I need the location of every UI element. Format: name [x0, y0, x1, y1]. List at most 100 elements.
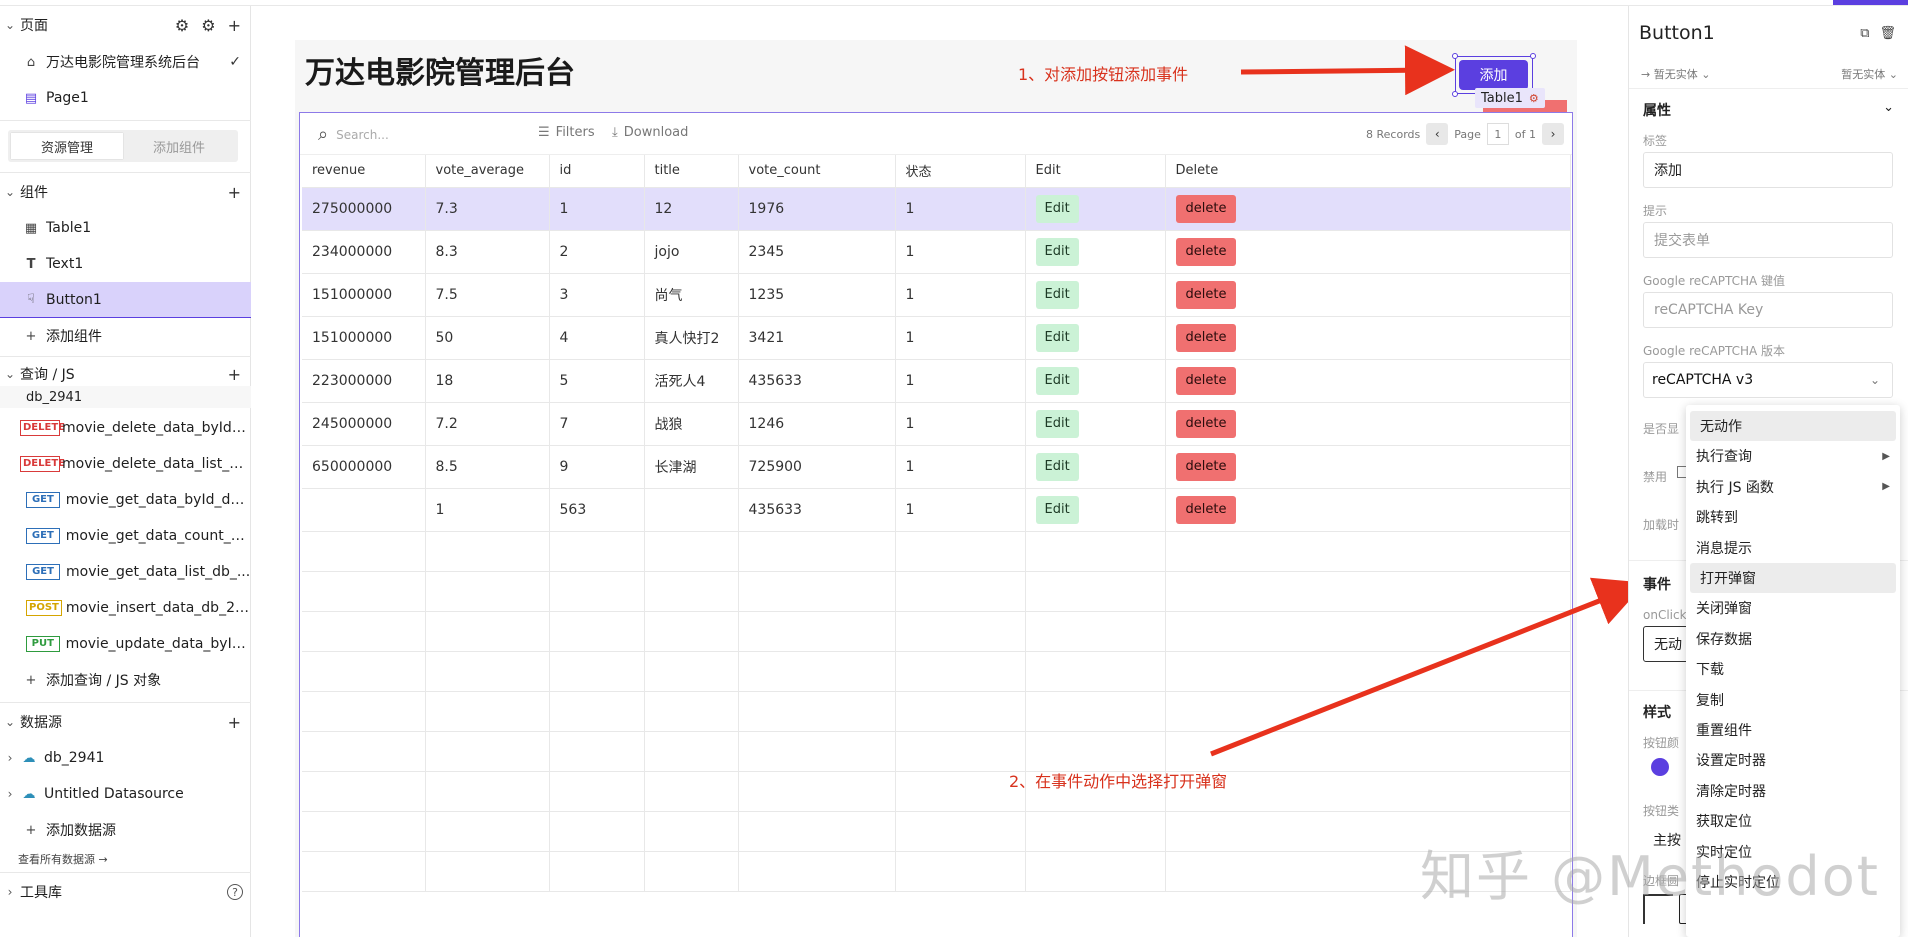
- edit-button[interactable]: Edit: [1035, 280, 1079, 309]
- menu-item[interactable]: 关闭弹窗: [1686, 593, 1900, 623]
- table-row[interactable]: 275000000 7.3 1 12 1976 1 Edit delete: [302, 187, 1571, 231]
- edit-button[interactable]: Edit: [1035, 237, 1079, 266]
- menu-item[interactable]: 下载: [1686, 654, 1900, 684]
- add-query-link[interactable]: + 添加查询 / JS 对象: [0, 662, 251, 698]
- query-item[interactable]: GET movie_get_data_byId_db...: [0, 482, 251, 518]
- prev-page-icon[interactable]: ‹: [1426, 123, 1449, 145]
- menu-item[interactable]: 执行 JS 函数 ▶: [1686, 472, 1900, 502]
- color-swatch[interactable]: [1651, 758, 1669, 776]
- label-input[interactable]: 添加: [1643, 152, 1893, 188]
- query-group-db[interactable]: db_2941: [0, 386, 251, 408]
- menu-item[interactable]: 跳转到: [1686, 502, 1900, 532]
- edit-button[interactable]: Edit: [1035, 495, 1079, 524]
- edit-button[interactable]: Edit: [1035, 366, 1079, 395]
- column-header[interactable]: vote_average: [425, 155, 550, 188]
- add-button[interactable]: 添加: [1459, 60, 1528, 90]
- gear-icon[interactable]: ⚙: [175, 16, 189, 35]
- copy-icon[interactable]: ⧉: [1860, 26, 1869, 41]
- table-row[interactable]: 650000000 8.5 9 长津湖 725900 1 Edit delete: [302, 445, 1571, 489]
- plus-icon[interactable]: +: [228, 713, 241, 732]
- query-item[interactable]: GET movie_get_data_count_d...: [0, 518, 251, 554]
- page-item-page1[interactable]: ▤ Page1: [0, 80, 251, 116]
- query-item[interactable]: DELETE movie_delete_data_byId_...: [0, 410, 251, 446]
- resize-handle[interactable]: [1452, 53, 1458, 59]
- tab-add-component[interactable]: 添加组件: [123, 133, 235, 159]
- delete-button[interactable]: delete: [1175, 280, 1237, 309]
- help-icon[interactable]: ?: [227, 884, 243, 900]
- delete-button[interactable]: delete: [1175, 409, 1237, 438]
- page-item-main[interactable]: ⌂ 万达电影院管理系统后台 ✓: [0, 44, 251, 80]
- table-row[interactable]: 151000000 7.5 3 尚气 1235 1 Edit delete: [302, 273, 1571, 317]
- table-search[interactable]: ⌕ Search...: [318, 124, 389, 145]
- menu-item[interactable]: 重置组件: [1686, 715, 1900, 745]
- recaptcha-key-input[interactable]: reCAPTCHA Key: [1643, 292, 1893, 328]
- component-item-table1[interactable]: ▦ Table1: [0, 210, 251, 246]
- datasource-item[interactable]: › ☁ db_2941: [0, 740, 251, 776]
- column-header[interactable]: vote_count: [738, 155, 896, 188]
- add-component-link[interactable]: + 添加组件: [0, 318, 251, 354]
- component-item-button1[interactable]: ☟ Button1: [0, 282, 251, 318]
- query-item[interactable]: DELETE movie_delete_data_list_d...: [0, 446, 251, 482]
- menu-item[interactable]: 消息提示: [1686, 533, 1900, 563]
- plus-icon[interactable]: +: [228, 183, 241, 202]
- page-title[interactable]: 万达电影院管理后台: [305, 48, 575, 92]
- gear-icon[interactable]: ⚙: [1529, 92, 1539, 105]
- menu-item[interactable]: 保存数据: [1686, 624, 1900, 654]
- entity-select-left[interactable]: → 暂无实体 ⌄: [1641, 66, 1710, 82]
- resize-handle[interactable]: [1530, 53, 1536, 59]
- plus-icon[interactable]: +: [228, 16, 241, 35]
- menu-item[interactable]: 复制: [1686, 685, 1900, 715]
- add-datasource-link[interactable]: + 添加数据源: [0, 812, 251, 848]
- resize-handle[interactable]: [1452, 91, 1458, 97]
- table-row[interactable]: 223000000 18 5 活死人4 435633 1 Edit delete: [302, 359, 1571, 403]
- pages-section-header[interactable]: ⌄ 页面 ⚙ ⚙ +: [0, 7, 251, 43]
- edit-button[interactable]: Edit: [1035, 323, 1079, 352]
- menu-item[interactable]: 无动作: [1690, 411, 1896, 441]
- delete-button[interactable]: delete: [1175, 452, 1237, 481]
- column-header[interactable]: revenue: [302, 155, 426, 188]
- delete-button[interactable]: delete: [1175, 323, 1237, 352]
- download-button[interactable]: ⤓ Download: [612, 125, 688, 140]
- view-all-datasources-link[interactable]: 查看所有数据源 →: [18, 851, 108, 867]
- delete-button[interactable]: delete: [1175, 237, 1237, 266]
- column-header[interactable]: 状态: [895, 155, 1026, 188]
- table-row[interactable]: 234000000 8.3 2 jojo 2345 1 Edit delete: [302, 230, 1571, 274]
- datasource-item[interactable]: › ☁ Untitled Datasource: [0, 776, 251, 812]
- table-row[interactable]: 1 563 435633 1 Edit delete: [302, 488, 1571, 532]
- recaptcha-version-select[interactable]: reCAPTCHA v3 ⌄: [1643, 362, 1893, 398]
- column-header[interactable]: Delete: [1165, 155, 1571, 188]
- toolbox-section-header[interactable]: › 工具库 ?: [0, 874, 251, 910]
- menu-item[interactable]: 清除定时器: [1686, 776, 1900, 806]
- query-item[interactable]: PUT movie_update_data_byId...: [0, 626, 251, 662]
- edit-button[interactable]: Edit: [1035, 194, 1079, 223]
- column-header[interactable]: title: [644, 155, 739, 188]
- entity-select-right[interactable]: 暂无实体 ⌄: [1841, 66, 1898, 82]
- menu-item[interactable]: 执行查询 ▶: [1686, 441, 1900, 471]
- table-row[interactable]: 245000000 7.2 7 战狼 1246 1 Edit delete: [302, 402, 1571, 446]
- plus-icon[interactable]: +: [228, 365, 241, 384]
- chevron-down-icon[interactable]: ⌄: [1883, 100, 1894, 115]
- gear-icon-2[interactable]: ⚙: [201, 16, 215, 35]
- delete-button[interactable]: delete: [1175, 194, 1237, 223]
- query-item[interactable]: POST movie_insert_data_db_2941: [0, 590, 251, 626]
- component-item-text1[interactable]: T Text1: [0, 246, 251, 282]
- edit-button[interactable]: Edit: [1035, 452, 1079, 481]
- next-page-icon[interactable]: ›: [1542, 123, 1564, 145]
- components-section-header[interactable]: ⌄ 组件 +: [0, 174, 251, 210]
- column-header[interactable]: Edit: [1025, 155, 1166, 188]
- delete-button[interactable]: delete: [1175, 366, 1237, 395]
- menu-item[interactable]: 设置定时器: [1686, 745, 1900, 775]
- component-name[interactable]: Button1: [1639, 22, 1715, 44]
- datasource-section-header[interactable]: ⌄ 数据源 +: [0, 704, 251, 740]
- filters-button[interactable]: ☰ Filters: [538, 125, 595, 140]
- column-header[interactable]: id: [549, 155, 645, 188]
- edit-button[interactable]: Edit: [1035, 409, 1079, 438]
- tab-resources[interactable]: 资源管理: [11, 133, 123, 159]
- delete-button[interactable]: delete: [1175, 495, 1237, 524]
- table-row[interactable]: 151000000 50 4 真人快打2 3421 1 Edit delete: [302, 316, 1571, 360]
- table-component-tag[interactable]: Table1 ⚙: [1475, 88, 1545, 108]
- query-item[interactable]: GET movie_get_data_list_db_...: [0, 554, 251, 590]
- trash-icon[interactable]: 🗑: [1879, 26, 1896, 41]
- page-number-input[interactable]: 1: [1486, 123, 1509, 145]
- tip-input[interactable]: 提交表单: [1643, 222, 1893, 258]
